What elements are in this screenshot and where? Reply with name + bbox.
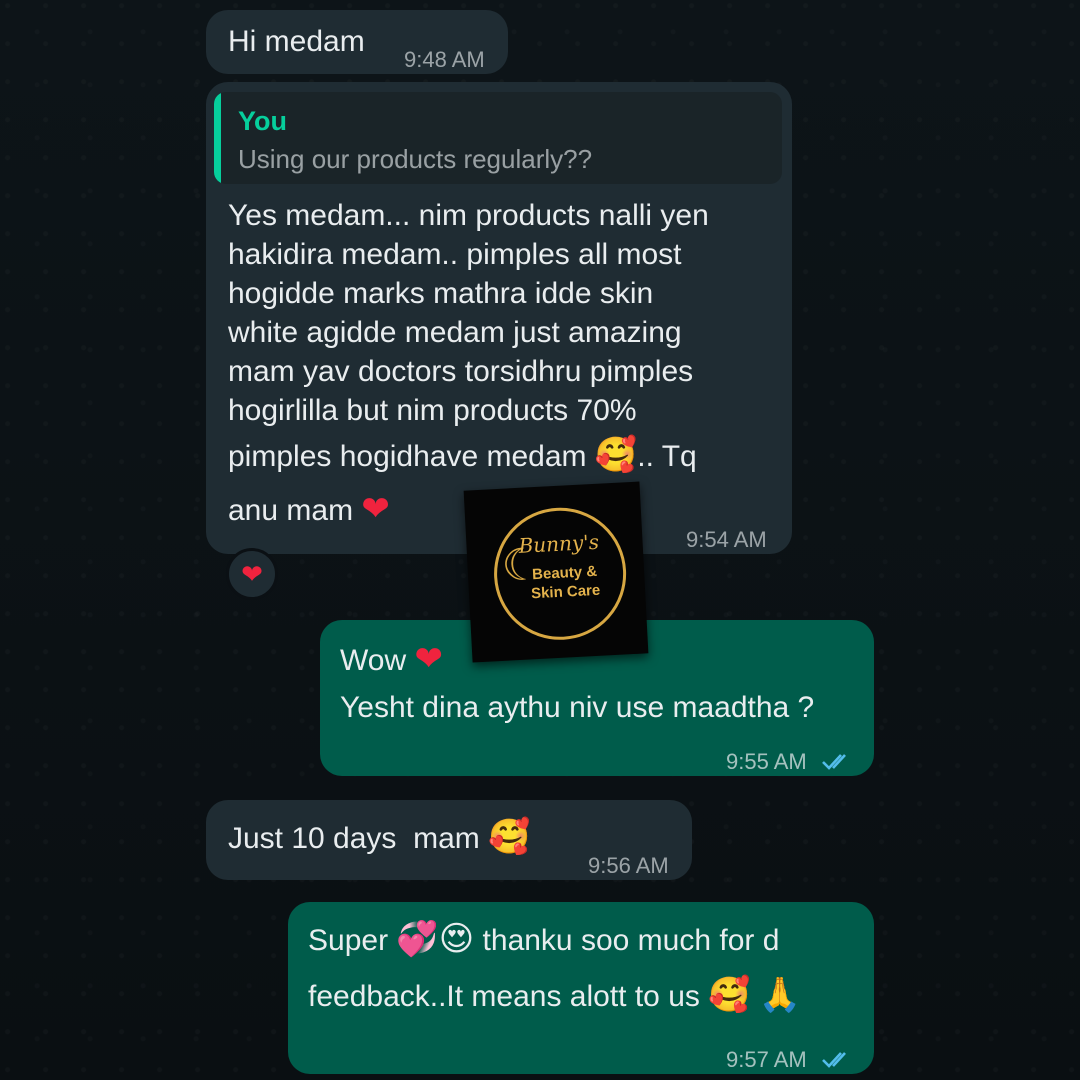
smiling-hearts-emoji-icon: 🥰 [488,817,531,857]
message-line: Yesht dina aythu niv use maadtha ? [340,691,815,724]
logo-name: Bunny's [517,529,600,558]
quote-text: Using our products regularly?? [238,144,593,174]
reaction-heart-icon[interactable]: ❤ [226,548,278,600]
message-line: Just 10 days mam 🥰 [228,817,531,857]
revolving-hearts-emoji-icon: 💞 [396,919,439,959]
message-time: 9:57 AM [726,1040,855,1079]
smiling-hearts-emoji-icon: 🥰 [708,975,751,1015]
message-line: feedback..It means alott to us 🥰 🙏 [308,975,802,1015]
quote-author: You [238,106,287,136]
message-line: hakidira medam.. pimples all most [228,238,682,271]
message-line: pimples hogidhave medam 🥰.. Tq [228,435,697,475]
folded-hands-emoji-icon: 🙏 [758,975,802,1015]
message-line: hogirlilla but nim products 70% [228,394,637,427]
message-time: 9:55 AM [726,742,855,781]
message-line: Super 💞😍 thanku soo much for d [308,919,780,959]
message-line: hogidde marks mathra idde skin [228,277,654,310]
message-bubble-incoming[interactable]: Hi medam 9:48 AM [206,10,508,74]
red-heart-emoji-icon: ❤ [361,489,390,529]
smiling-hearts-emoji-icon: 🥰 [594,435,638,475]
read-double-check-icon [821,1052,846,1068]
message-lines: Yes medam... nim products nalli yen haki… [228,196,709,530]
brand-logo-overlay: ☾ Bunny's Beauty & Skin Care [463,481,649,663]
message-time: 9:48 AM [404,47,485,72]
message-bubble-incoming[interactable]: Just 10 days mam 🥰 9:56 AM [206,800,692,880]
quote-accent-bar [214,92,221,184]
read-double-check-icon [821,754,846,770]
reply-quote[interactable]: You Using our products regularly?? [214,92,782,184]
message-line: mam yav doctors torsidhru pimples [228,355,694,388]
message-bubble-outgoing[interactable]: Super 💞😍 thanku soo much for d feedback.… [288,902,874,1074]
message-time: 9:54 AM [686,527,767,552]
message-line: white agidde medam just amazing [228,316,682,349]
heart-eyes-emoji-icon: 😍 [438,919,475,959]
red-heart-emoji-icon: ❤ [414,639,443,679]
message-time: 9:56 AM [588,853,669,878]
logo-subtitle: Beauty & Skin Care [530,562,601,603]
message-line: Yes medam... nim products nalli yen [228,199,709,232]
message-text: Hi medam [228,25,365,58]
message-line: Wow ❤ [340,639,443,679]
